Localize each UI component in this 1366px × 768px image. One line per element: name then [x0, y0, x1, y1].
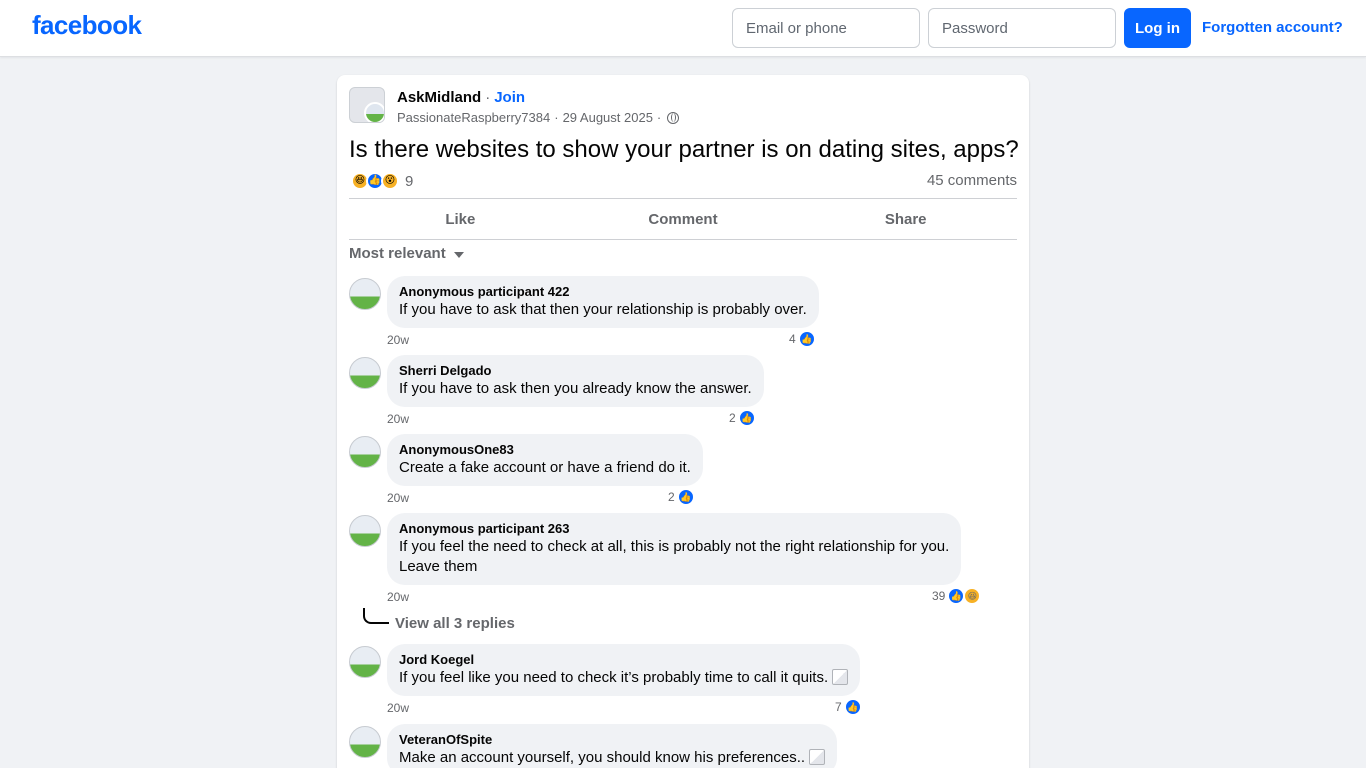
share-button[interactable]: Share [794, 199, 1017, 239]
comment-author[interactable]: AnonymousOne83 [399, 442, 691, 458]
comment-time[interactable]: 20w [387, 491, 409, 505]
comment-reactions[interactable]: 7 👍 [835, 698, 862, 716]
group-avatar[interactable] [349, 87, 385, 123]
comment-bubble: VeteranOfSpite Make an account yourself,… [387, 724, 838, 768]
comment-text: Create a fake account or have a friend d… [399, 459, 691, 476]
avatar[interactable] [349, 646, 381, 678]
reply-connector [363, 608, 389, 624]
caret-down-icon [453, 252, 464, 258]
comment-reactions[interactable]: 2 👍 [668, 488, 695, 506]
post-header: AskMidland · Join [397, 89, 525, 106]
like-icon: 👍 [676, 488, 695, 506]
group-name[interactable]: AskMidland [397, 89, 481, 106]
comment-text: If you have to ask that then your relati… [399, 301, 807, 318]
comment-like-count: 7 [835, 700, 842, 714]
comment-time[interactable]: 20w [387, 590, 409, 604]
comment-author[interactable]: Sherri Delgado [399, 363, 752, 379]
forgot-account-link[interactable]: Forgotten account? [1202, 19, 1343, 36]
comment-author[interactable]: Jord Koegel [399, 652, 848, 668]
comment-reactions[interactable]: 4 👍 [789, 330, 816, 348]
comment-bubble: Anonymous participant 422 If you have to… [387, 276, 819, 328]
post-title: Is there websites to show your partner i… [349, 136, 1019, 163]
comment-text-row: Make an account yourself, you should kno… [399, 748, 826, 768]
comment-bubble: Sherri Delgado If you have to ask then y… [387, 355, 764, 407]
comment-time[interactable]: 20w [387, 701, 409, 715]
comment-bubble: Jord Koegel If you feel like you need to… [387, 644, 861, 696]
avatar[interactable] [349, 436, 381, 468]
sort-label: Most relevant [349, 245, 446, 262]
like-icon: 👍 [843, 698, 862, 716]
comment-like-count: 39 [932, 589, 946, 603]
post-meta: PassionateRaspberry7384 · 29 August 2025… [397, 110, 680, 125]
comment-time[interactable]: 20w [387, 333, 409, 347]
comment-like-count: 2 [668, 490, 675, 504]
avatar[interactable] [349, 357, 381, 389]
reaction-count: 9 [405, 172, 414, 190]
view-replies-link[interactable]: View all 3 replies [395, 615, 515, 632]
sort-dropdown[interactable]: Most relevant [349, 245, 464, 262]
post-card: AskMidland · Join PassionateRaspberry7384 … [337, 75, 1029, 768]
email-field[interactable] [732, 8, 920, 48]
login-button[interactable]: Log in [1124, 8, 1191, 48]
haha-icon: 😆 [963, 587, 982, 605]
post-author[interactable]: PassionateRaspberry7384 [397, 110, 550, 125]
reactions-summary[interactable]: 😆 👍 😮 9 [351, 172, 413, 190]
comment-reactions[interactable]: 2 👍 [729, 409, 756, 427]
comment-button[interactable]: Comment [572, 199, 795, 239]
post-date[interactable]: 29 August 2025 [563, 110, 653, 125]
like-icon: 👍 [737, 409, 756, 427]
separator-dot: · [485, 89, 491, 106]
comment-text: If you feel like you need to check it’s … [399, 669, 829, 686]
comment-text-line-2: Leave them [399, 558, 478, 575]
comment-text: If you have to ask then you already know… [399, 380, 752, 397]
top-bar: facebook Log in Forgotten account? [0, 0, 1366, 57]
comment-author[interactable]: Anonymous participant 422 [399, 284, 807, 300]
avatar[interactable] [349, 515, 381, 547]
join-link[interactable]: Join [494, 89, 525, 106]
comment-like-count: 2 [729, 411, 736, 425]
wow-icon: 😮 [381, 172, 399, 190]
broken-image-icon [809, 749, 826, 765]
like-icon: 👍 [797, 330, 816, 348]
comment-like-count: 4 [789, 332, 796, 346]
avatar[interactable] [349, 278, 381, 310]
post-actions: Like Comment Share [349, 198, 1017, 240]
comment-author[interactable]: Anonymous participant 263 [399, 521, 949, 537]
comment-bubble: Anonymous participant 263 If you feel th… [387, 513, 962, 585]
like-button[interactable]: Like [349, 199, 572, 239]
facebook-logo[interactable]: facebook [32, 10, 142, 41]
comments-count[interactable]: 45 comments [927, 172, 1017, 189]
comment-text: Make an account yourself, you should kno… [399, 749, 806, 766]
broken-image-icon [832, 669, 849, 685]
comment-author[interactable]: VeteranOfSpite [399, 732, 825, 748]
password-field[interactable] [928, 8, 1116, 48]
globe-icon [667, 111, 680, 124]
comment-time[interactable]: 20w [387, 412, 409, 426]
separator-dot: · [554, 110, 559, 125]
comment-text: If you feel the need to check at all, th… [399, 538, 950, 555]
comment-bubble: AnonymousOne83 Create a fake account or … [387, 434, 703, 486]
separator-dot: · [656, 110, 662, 125]
comment-text-row: If you feel like you need to check it’s … [399, 668, 849, 688]
avatar[interactable] [349, 726, 381, 758]
comment-reactions[interactable]: 39 👍 😆 [932, 587, 982, 605]
